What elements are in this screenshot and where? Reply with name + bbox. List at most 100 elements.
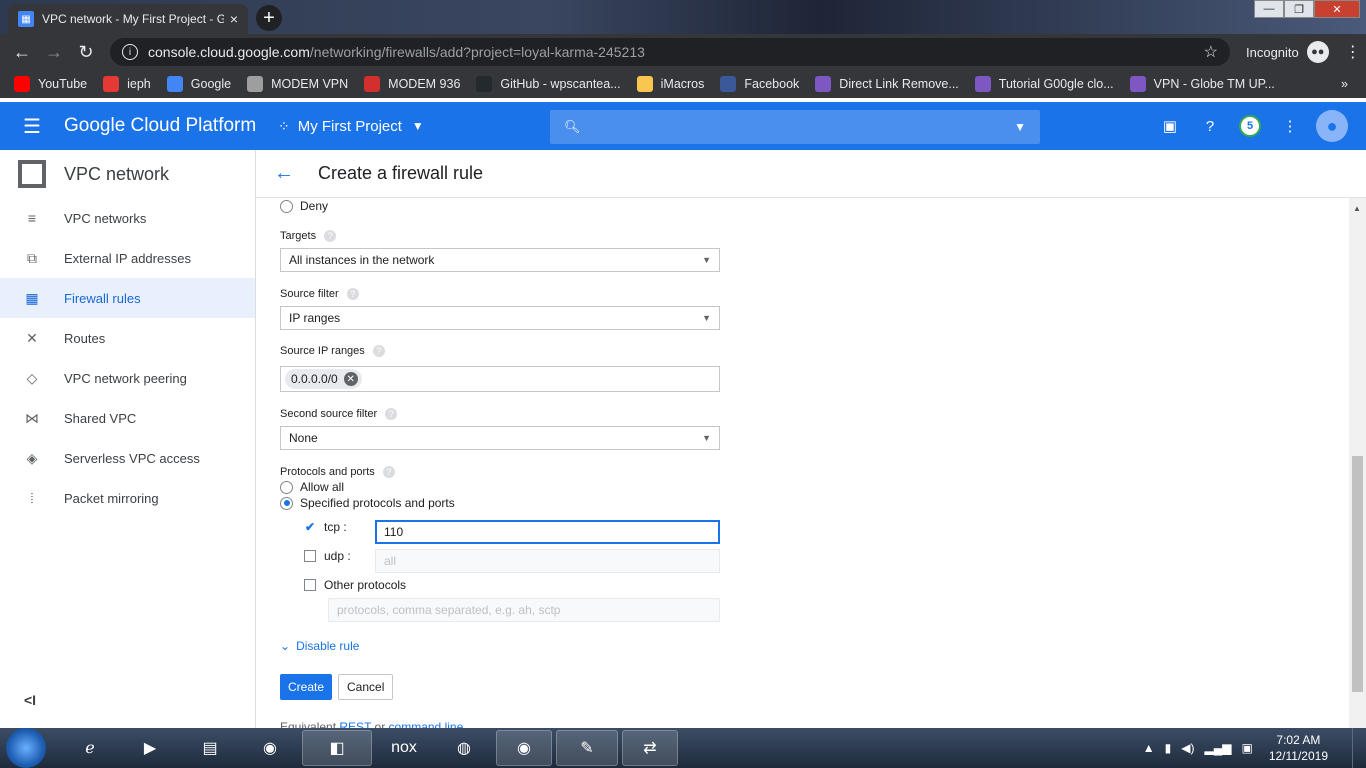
more-options-icon[interactable]: ⋮ <box>1270 110 1310 142</box>
scrollbar-thumb[interactable] <box>1352 456 1363 692</box>
browser-tab[interactable]: ▦ VPC network - My First Project - G × <box>8 4 248 34</box>
huawei-icon <box>364 76 381 92</box>
signal-icon[interactable]: ▂▄▆ <box>1205 741 1232 755</box>
collapse-sidebar-icon[interactable]: <I <box>24 692 36 708</box>
specified-protocols-label: Specified protocols and ports <box>300 496 455 510</box>
tcp-checkbox[interactable]: ✔ <box>304 520 316 534</box>
tcp-ports-input[interactable]: 110 <box>375 520 720 544</box>
file-explorer-icon[interactable]: ▤ <box>182 730 238 766</box>
show-hidden-icons-icon[interactable]: ▲ <box>1143 741 1155 755</box>
scroll-up-icon[interactable]: ▲ <box>1353 204 1361 213</box>
allow-all-option[interactable]: Allow all <box>280 480 344 494</box>
window-close-button[interactable]: ✕ <box>1314 0 1360 18</box>
source-ip-ranges-input[interactable]: 0.0.0.0/0 ✕ <box>280 366 720 392</box>
sidebar-item-shared-vpc[interactable]: ⋈ Shared VPC <box>0 398 255 438</box>
allow-all-radio[interactable] <box>280 480 293 494</box>
clock[interactable]: 7:02 AM 12/11/2019 <box>1269 732 1328 764</box>
notepad-icon[interactable]: ✎ <box>556 730 618 766</box>
help-icon[interactable]: ? <box>385 408 398 420</box>
udp-ports-input[interactable]: all <box>375 549 720 573</box>
search-expand-icon[interactable]: ▼ <box>1014 120 1026 134</box>
battery-icon[interactable]: ▮ <box>1165 741 1172 755</box>
remove-chip-icon[interactable]: ✕ <box>343 372 358 386</box>
bookmark-item[interactable]: GitHub - wpscantea... <box>476 76 621 92</box>
cloud-shell-icon[interactable]: ▣ <box>1150 110 1190 142</box>
sidebar-item-routes[interactable]: ✕ Routes <box>0 318 255 358</box>
help-icon[interactable]: ? <box>372 345 385 357</box>
bookmark-star-icon[interactable]: ☆ <box>1204 42 1218 62</box>
start-button[interactable] <box>6 728 46 768</box>
deny-option[interactable]: Deny <box>280 199 328 213</box>
bookmark-item[interactable]: iMacros <box>636 76 704 92</box>
reload-icon[interactable]: ↻ <box>70 42 102 63</box>
hamburger-menu-icon[interactable]: ☰ <box>0 114 64 139</box>
udp-checkbox[interactable] <box>304 550 316 562</box>
other-protocols-input[interactable]: protocols, comma separated, e.g. ah, sct… <box>328 598 720 622</box>
show-desktop-button[interactable] <box>1352 728 1366 768</box>
sidebar-item-serverless[interactable]: ◈ Serverless VPC access <box>0 438 255 478</box>
help-icon[interactable]: ? <box>324 230 337 242</box>
bookmark-label: Direct Link Remove... <box>839 77 959 91</box>
page-scrollbar[interactable]: ▲ <box>1349 198 1366 728</box>
chrome-incognito-icon[interactable]: ◉ <box>496 730 552 766</box>
volume-icon[interactable]: ◀) <box>1181 741 1194 755</box>
brand-title[interactable]: Google Cloud Platform <box>64 115 278 137</box>
facebook-icon <box>720 76 737 92</box>
bookmark-item[interactable]: Google <box>166 76 231 92</box>
bookmark-item[interactable]: ieph <box>103 76 151 92</box>
rest-link[interactable]: REST <box>339 720 371 728</box>
source-filter-select[interactable]: IP ranges ▼ <box>280 306 720 330</box>
bookmark-item[interactable]: MODEM VPN <box>247 76 348 92</box>
bookmark-item[interactable]: Facebook <box>720 76 799 92</box>
incognito-indicator[interactable]: Incognito ●● <box>1246 41 1329 63</box>
address-bar[interactable]: i console.cloud.google.com/networking/fi… <box>110 38 1230 66</box>
site-info-icon[interactable]: i <box>122 44 138 60</box>
virtualbox-icon[interactable]: ◧ <box>302 730 372 766</box>
bookmark-label: VPN - Globe TM UP... <box>1153 77 1275 91</box>
bookmark-item[interactable]: Direct Link Remove... <box>815 76 959 92</box>
create-button[interactable]: Create <box>280 674 333 700</box>
help-icon[interactable]: ? <box>382 466 395 478</box>
deny-radio[interactable] <box>280 199 293 213</box>
bookmark-item[interactable]: VPN - Globe TM UP... <box>1129 76 1275 92</box>
cancel-button[interactable]: Cancel <box>338 674 394 700</box>
disable-rule-expander[interactable]: ⌄ Disable rule <box>280 639 359 653</box>
network-tool-icon[interactable]: ⇄ <box>622 730 678 766</box>
chrome-icon[interactable]: ◉ <box>242 730 298 766</box>
sidebar-item-external-ip[interactable]: ⧉ External IP addresses <box>0 238 255 278</box>
second-source-filter-select[interactable]: None ▼ <box>280 426 720 450</box>
minimize-button[interactable]: — <box>1254 0 1284 18</box>
media-player-icon[interactable]: ▶ <box>122 730 178 766</box>
sidebar-item-label: Firewall rules <box>64 290 141 306</box>
bookmark-item[interactable]: MODEM 936 <box>364 76 460 92</box>
bookmark-item[interactable]: YouTube <box>14 76 87 92</box>
network-icon[interactable]: ▣ <box>1241 741 1252 755</box>
internet-explorer-icon[interactable]: ℯ <box>62 730 118 766</box>
project-selector[interactable]: ⁘ My First Project ▼ <box>278 118 424 135</box>
search-bar[interactable]: 🔍︎ ▼ <box>550 110 1040 144</box>
browser-menu-icon[interactable]: ⋮ <box>1345 42 1361 62</box>
sidebar-item-firewall-rules[interactable]: ▦ Firewall rules <box>0 278 255 318</box>
help-icon[interactable]: ? <box>346 288 359 300</box>
restore-button[interactable]: ❐ <box>1284 0 1314 18</box>
sidebar-item-packet-mirroring[interactable]: ⦙ Packet mirroring <box>0 478 255 518</box>
back-arrow-icon[interactable]: ← <box>6 42 38 63</box>
firefox-icon[interactable]: ◍ <box>436 730 492 766</box>
sidebar-item-peering[interactable]: ◇ VPC network peering <box>0 358 255 398</box>
nox-icon[interactable]: nox <box>376 730 432 766</box>
help-icon[interactable]: ? <box>1190 110 1230 142</box>
forward-arrow-icon[interactable]: → <box>38 42 70 63</box>
bookmark-item[interactable]: Tutorial G00gle clo... <box>974 76 1114 92</box>
tab-close-icon[interactable]: × <box>230 11 238 27</box>
new-tab-button[interactable]: + <box>256 5 282 31</box>
command-line-link[interactable]: command line <box>389 720 464 728</box>
avatar[interactable]: ● <box>1316 110 1348 142</box>
back-arrow-icon[interactable]: ← <box>256 162 312 185</box>
specified-protocols-radio[interactable] <box>280 496 293 510</box>
specified-protocols-option[interactable]: Specified protocols and ports <box>280 496 455 510</box>
other-protocols-checkbox[interactable] <box>304 579 316 591</box>
sidebar-item-vpc-networks[interactable]: ≡ VPC networks <box>0 198 255 238</box>
targets-select[interactable]: All instances in the network ▼ <box>280 248 720 272</box>
more-bookmarks-icon[interactable]: » <box>1341 77 1348 91</box>
notifications-button[interactable]: 5 <box>1230 110 1270 142</box>
